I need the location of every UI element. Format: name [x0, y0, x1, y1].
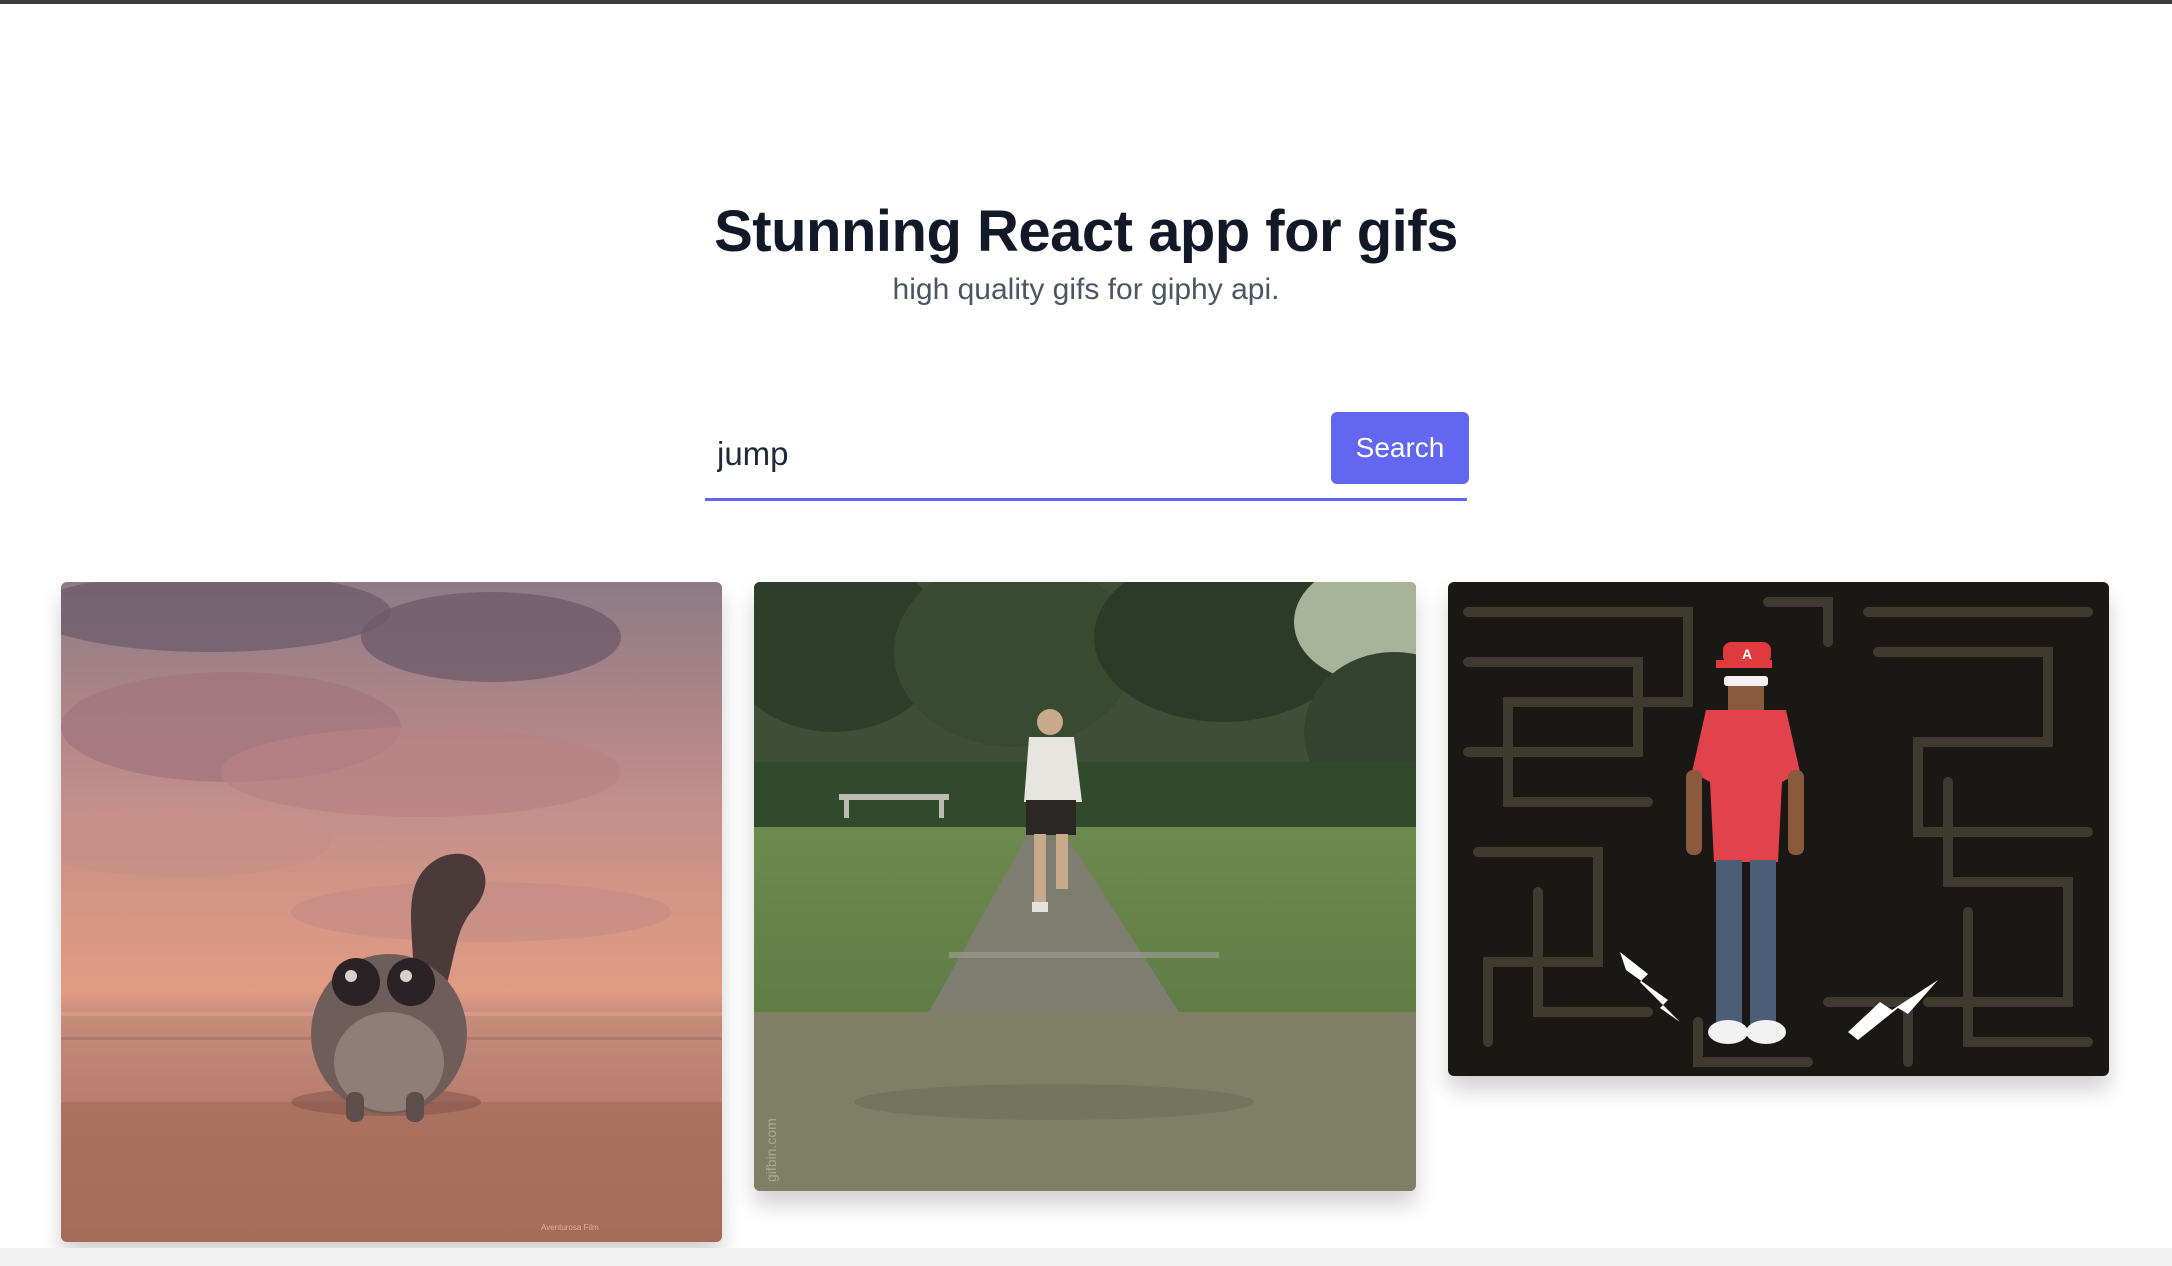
- page-subtitle: high quality gifs for giphy api.: [892, 273, 1280, 306]
- gif-image-dancer: A: [1448, 582, 2109, 1076]
- page-title: Stunning React app for gifs: [714, 199, 1458, 264]
- gif-image-runner: gifbin.com: [754, 582, 1416, 1191]
- search-underline: [705, 498, 1467, 501]
- gif-watermark-2: gifbin.com: [763, 1118, 779, 1182]
- gif-card-runner[interactable]: gifbin.com: [754, 582, 1416, 1191]
- gif-image-lemur: Aventurosa Film: [61, 582, 722, 1242]
- gif-card-lemur[interactable]: Aventurosa Film: [61, 582, 722, 1242]
- window-top-border: [0, 0, 2172, 4]
- gif-watermark-1: Aventurosa Film: [541, 1223, 599, 1232]
- page-bottom-shade: [0, 1248, 2172, 1266]
- search-button[interactable]: Search: [1331, 412, 1469, 484]
- cap-letter: A: [1742, 646, 1752, 662]
- search-form: Search: [705, 410, 1469, 502]
- gif-card-dancer[interactable]: A: [1448, 582, 2109, 1076]
- search-input[interactable]: [705, 410, 1321, 498]
- page-header: Stunning React app for gifs high quality…: [0, 196, 2172, 312]
